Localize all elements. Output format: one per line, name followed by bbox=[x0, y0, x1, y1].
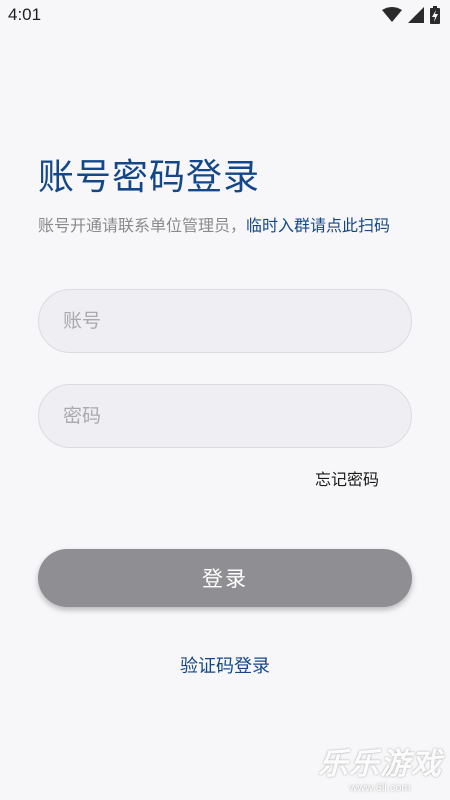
scan-to-join-link[interactable]: 临时入群请点此扫码 bbox=[246, 216, 390, 235]
password-input[interactable] bbox=[39, 385, 411, 447]
status-bar: 4:01 bbox=[0, 0, 450, 32]
page-title: 账号密码登录 bbox=[38, 157, 261, 198]
login-button[interactable]: 登录 bbox=[38, 549, 412, 607]
login-subtitle: 账号开通请联系单位管理员，临时入群请点此扫码 bbox=[38, 212, 390, 236]
watermark-brand: 乐乐游戏 bbox=[318, 747, 442, 782]
account-field[interactable] bbox=[38, 289, 412, 353]
forgot-password-link[interactable]: 忘记密码 bbox=[315, 466, 379, 490]
watermark-url: www.6ll.com bbox=[349, 782, 411, 794]
battery-charging-icon bbox=[430, 6, 440, 28]
watermark-logo: 乐乐游戏 www.6ll.com bbox=[318, 747, 442, 795]
verification-code-login-link[interactable]: 验证码登录 bbox=[0, 652, 450, 678]
password-field[interactable] bbox=[38, 384, 412, 448]
account-input[interactable] bbox=[39, 290, 411, 352]
subtitle-text: 账号开通请联系单位管理员， bbox=[38, 216, 247, 235]
status-icons bbox=[382, 6, 440, 28]
cell-signal-icon bbox=[408, 7, 424, 27]
wifi-icon bbox=[382, 7, 402, 27]
status-time: 4:01 bbox=[8, 5, 42, 24]
